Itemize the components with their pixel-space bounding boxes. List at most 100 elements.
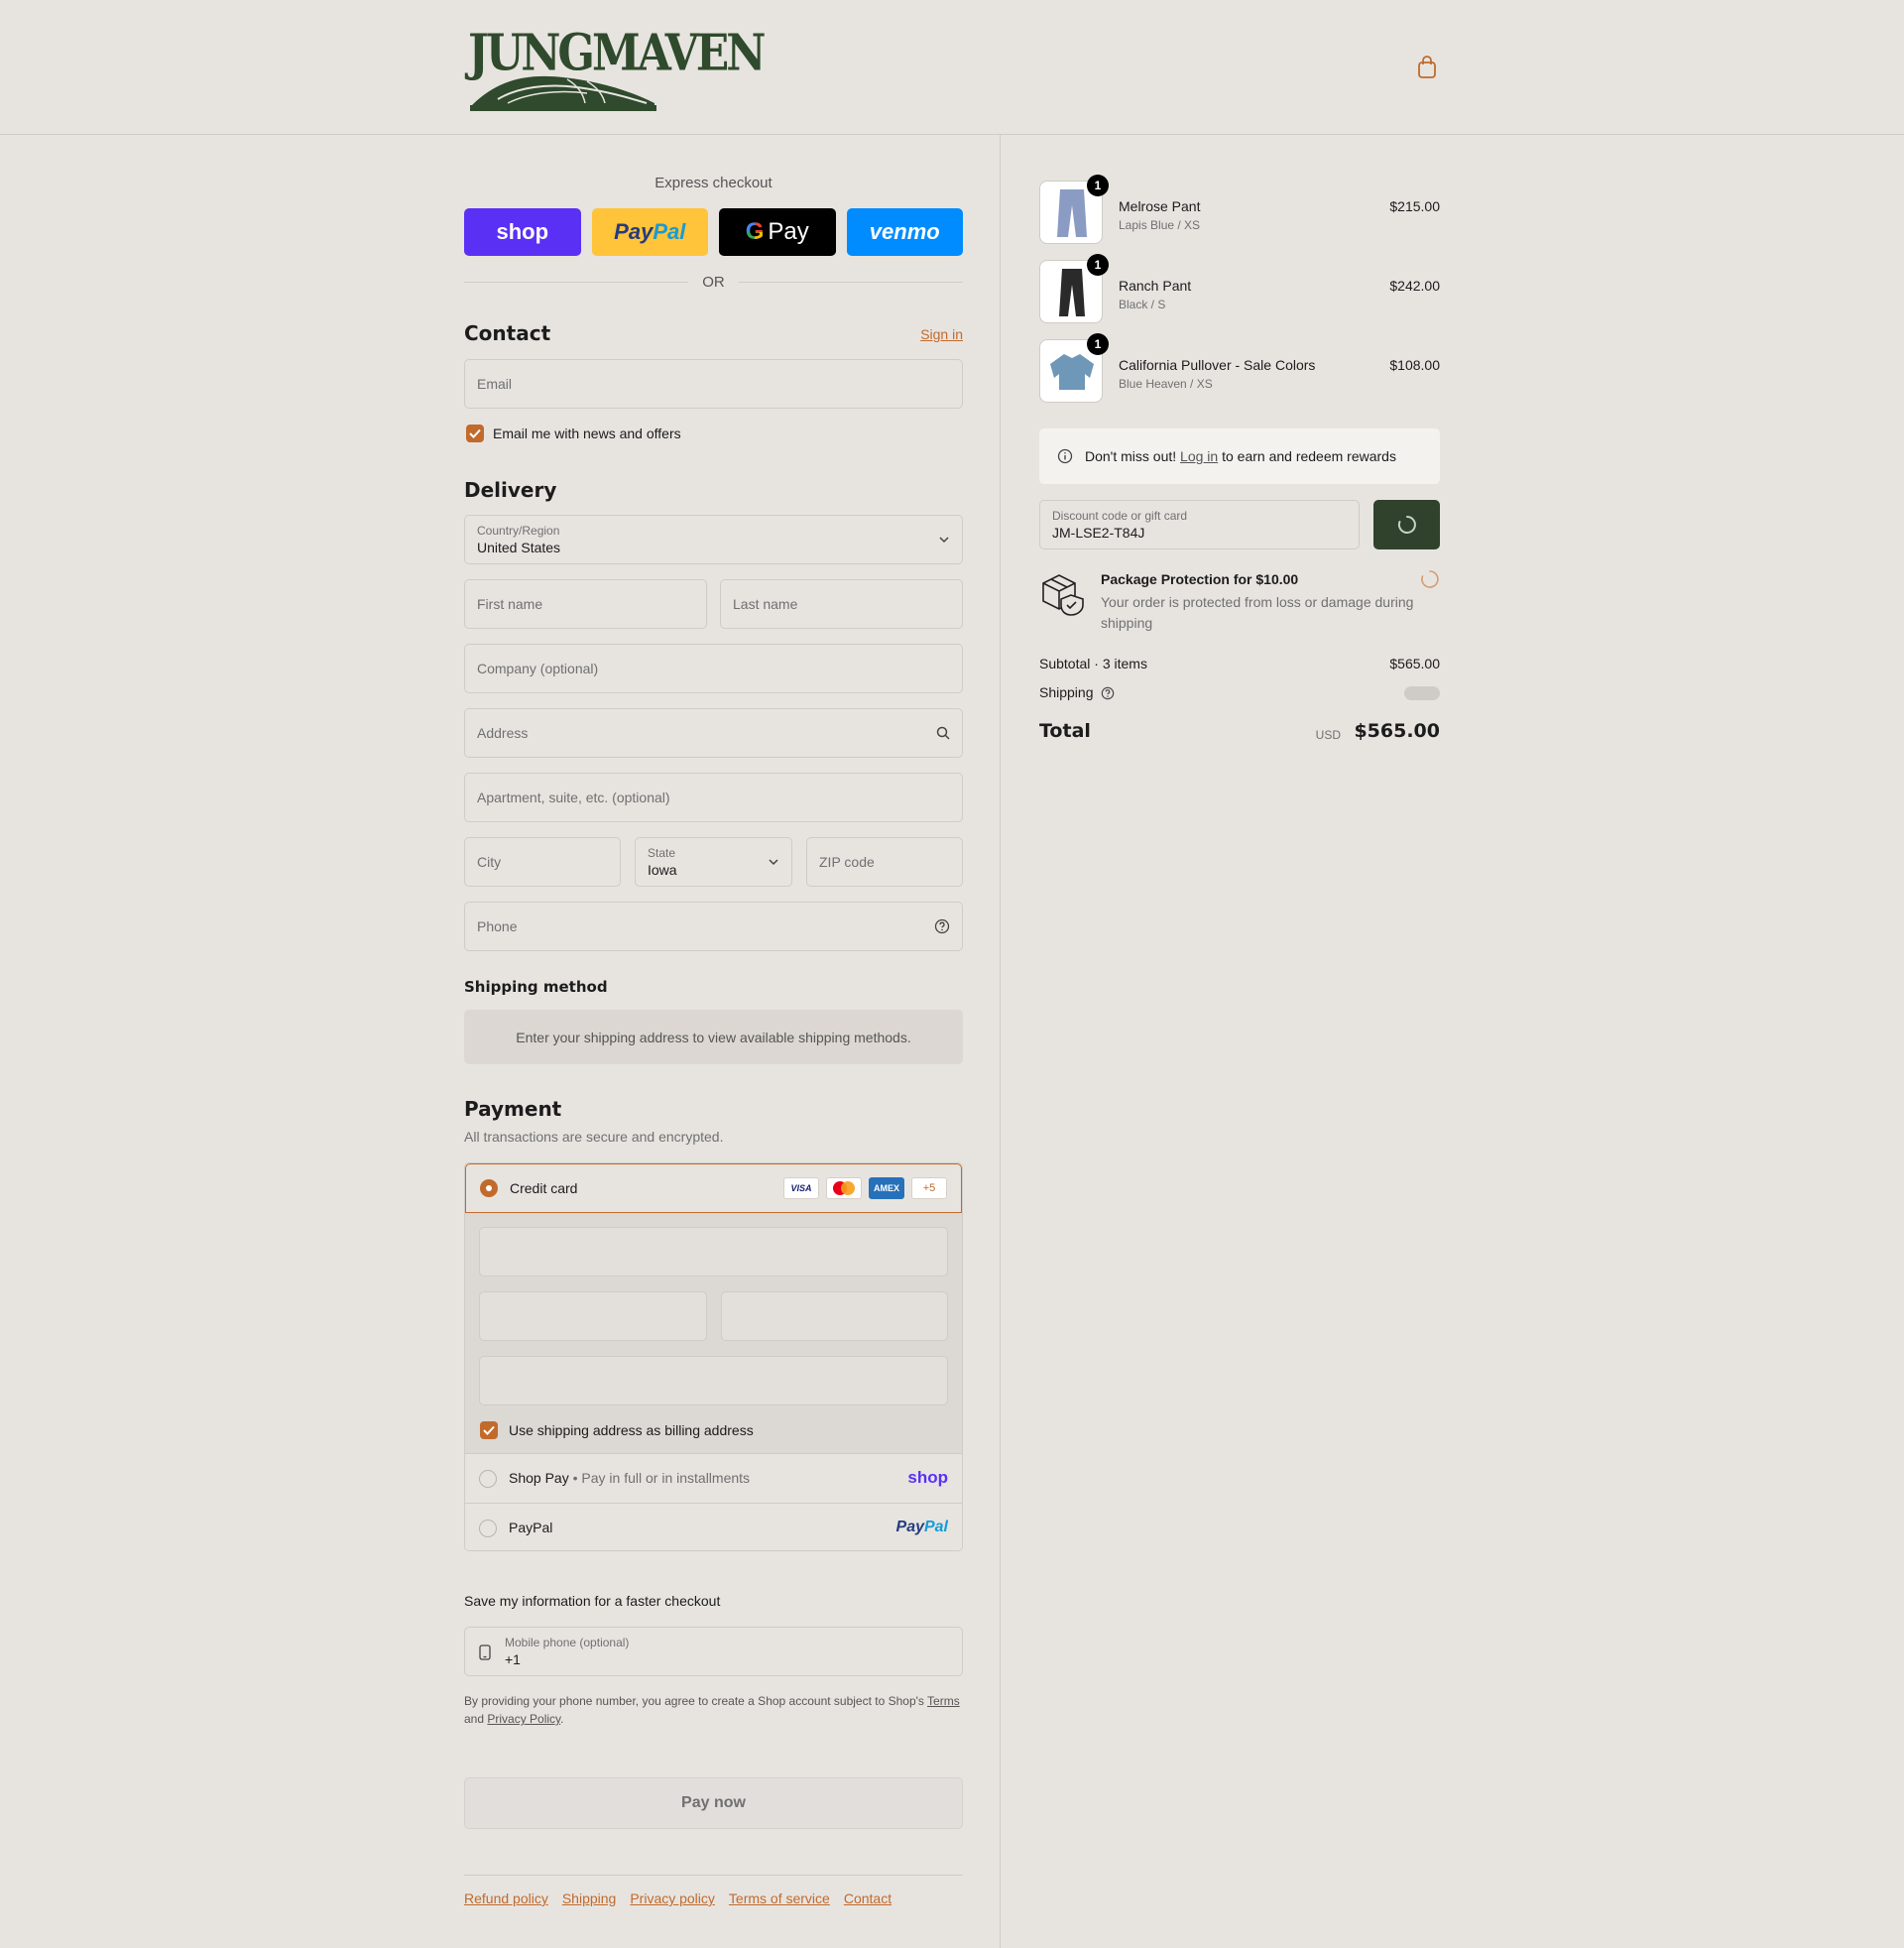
- card-name-field[interactable]: [479, 1356, 948, 1405]
- apartment-placeholder: Apartment, suite, etc. (optional): [477, 790, 670, 805]
- shop-pay-label: shop: [496, 219, 549, 244]
- shop-legal-text: By providing your phone number, you agre…: [464, 1692, 963, 1728]
- paypal-option-label: PayPal: [509, 1520, 553, 1535]
- state-label: State: [648, 846, 676, 860]
- news-checkbox-label: Email me with news and offers: [493, 426, 681, 441]
- terms-link[interactable]: Terms: [927, 1694, 960, 1708]
- card-cvv-field[interactable]: [721, 1291, 948, 1341]
- company-placeholder: Company (optional): [477, 661, 599, 676]
- shop-pay-subtext: Pay in full or in installments: [581, 1470, 751, 1486]
- apply-discount-button[interactable]: [1373, 500, 1440, 549]
- shipping-method-title: Shipping method: [464, 978, 608, 996]
- apartment-field[interactable]: Apartment, suite, etc. (optional): [464, 773, 963, 822]
- more-cards-text: +5: [922, 1182, 936, 1194]
- discount-code-field[interactable]: Discount code or gift card JM-LSE2-T84J: [1039, 500, 1360, 549]
- shop-pay-name: Shop Pay: [509, 1470, 569, 1486]
- state-value: Iowa: [648, 862, 677, 878]
- paypal-logo: PayPal: [896, 1519, 948, 1536]
- phone-field[interactable]: Phone: [464, 902, 963, 951]
- pay-now-button[interactable]: Pay now: [464, 1777, 963, 1829]
- country-select[interactable]: Country/Region United States: [464, 515, 963, 564]
- zip-field[interactable]: ZIP code: [806, 837, 963, 887]
- shop-pay-logo: shop: [907, 1468, 948, 1487]
- item-variant: Blue Heaven / XS: [1119, 377, 1213, 391]
- column-divider: [1000, 135, 1001, 1948]
- protection-toggle-spinner-icon[interactable]: [1420, 569, 1440, 589]
- zip-placeholder: ZIP code: [819, 854, 875, 870]
- address-placeholder: Address: [477, 725, 529, 741]
- sign-in-link[interactable]: Sign in: [920, 326, 963, 342]
- credit-card-form: Use shipping address as billing address: [465, 1213, 962, 1453]
- paypal-radio[interactable]: [479, 1520, 497, 1537]
- shipping-label: Shipping: [1039, 684, 1094, 700]
- address-field[interactable]: Address: [464, 708, 963, 758]
- google-pay-button[interactable]: G Pay: [719, 208, 836, 256]
- privacy-policy-link[interactable]: Privacy Policy: [487, 1712, 560, 1726]
- footer-links: Refund policy Shipping Privacy policy Te…: [464, 1890, 892, 1906]
- mobile-phone-field[interactable]: Mobile phone (optional) +1: [464, 1627, 963, 1676]
- item-name: California Pullover - Sale Colors: [1119, 357, 1316, 373]
- discount-label: Discount code or gift card: [1052, 509, 1188, 523]
- item-variant: Lapis Blue / XS: [1119, 218, 1201, 232]
- first-name-placeholder: First name: [477, 596, 543, 612]
- pay-now-label: Pay now: [681, 1794, 746, 1811]
- help-circle-icon[interactable]: [934, 918, 950, 934]
- shopping-bag-icon[interactable]: [1416, 56, 1438, 79]
- credit-card-option[interactable]: Credit card VISA AMEX +5: [465, 1163, 962, 1213]
- payment-title: Payment: [464, 1097, 562, 1121]
- delivery-title: Delivery: [464, 478, 557, 502]
- country-value: United States: [477, 540, 561, 555]
- venmo-button[interactable]: venmo: [846, 208, 963, 256]
- shop-pay-radio[interactable]: [479, 1470, 497, 1488]
- shipping-method-message: Enter your shipping address to view avai…: [516, 1029, 911, 1045]
- total-currency: USD: [1315, 728, 1341, 742]
- news-checkbox[interactable]: [466, 425, 484, 442]
- shop-pay-option-label: Shop Pay • Pay in full or in installment…: [509, 1470, 751, 1486]
- rewards-text-b: to earn and redeem rewards: [1222, 448, 1396, 464]
- cart-item: 1 Ranch Pant Black / S $242.00: [1039, 254, 1440, 325]
- paypal-option[interactable]: PayPal PayPal: [465, 1503, 962, 1550]
- item-price: $108.00: [1389, 357, 1440, 373]
- privacy-policy-footer-link[interactable]: Privacy policy: [630, 1890, 715, 1906]
- card-number-field[interactable]: [479, 1227, 948, 1277]
- email-placeholder: Email: [477, 376, 513, 392]
- email-field[interactable]: Email: [464, 359, 963, 409]
- quantity-badge: 1: [1087, 175, 1109, 196]
- last-name-field[interactable]: Last name: [720, 579, 963, 629]
- credit-card-label: Credit card: [510, 1180, 578, 1196]
- contact-link[interactable]: Contact: [844, 1890, 892, 1906]
- terms-of-service-link[interactable]: Terms of service: [729, 1890, 830, 1906]
- paypal-button[interactable]: Pay Pal: [591, 208, 708, 256]
- amex-icon: AMEX: [869, 1177, 904, 1199]
- save-info-title: Save my information for a faster checkou…: [464, 1593, 721, 1609]
- rewards-text-a: Don't miss out!: [1085, 448, 1177, 464]
- country-label: Country/Region: [477, 524, 560, 538]
- company-field[interactable]: Company (optional): [464, 644, 963, 693]
- legal-text-b: and: [464, 1712, 485, 1726]
- shop-pay-option[interactable]: Shop Pay • Pay in full or in installment…: [465, 1453, 962, 1503]
- contact-title: Contact: [464, 321, 551, 345]
- total-label: Total: [1039, 720, 1091, 742]
- shipping-link[interactable]: Shipping: [562, 1890, 617, 1906]
- state-select[interactable]: State Iowa: [635, 837, 792, 887]
- wave-logo-icon: [470, 75, 656, 111]
- rewards-login-link[interactable]: Log in: [1180, 448, 1218, 464]
- shop-pay-button[interactable]: shop: [464, 208, 581, 256]
- shipping-row: Shipping: [1039, 683, 1440, 700]
- help-circle-icon[interactable]: [1101, 686, 1115, 700]
- refund-policy-link[interactable]: Refund policy: [464, 1890, 548, 1906]
- first-name-field[interactable]: First name: [464, 579, 707, 629]
- mobile-phone-label: Mobile phone (optional): [505, 1636, 630, 1649]
- credit-card-radio[interactable]: [480, 1179, 498, 1197]
- billing-checkbox[interactable]: [480, 1421, 498, 1439]
- phone-placeholder: Phone: [477, 918, 518, 934]
- check-icon: [469, 428, 481, 438]
- brand-logo[interactable]: JUNGMAVEN: [468, 22, 767, 113]
- cart-item: 1 California Pullover - Sale Colors Blue…: [1039, 333, 1440, 405]
- card-expiry-field[interactable]: [479, 1291, 707, 1341]
- subtotal-label: Subtotal · 3 items: [1039, 656, 1147, 671]
- cart-item: 1 Melrose Pant Lapis Blue / XS $215.00: [1039, 175, 1440, 246]
- package-protection-icon: [1039, 571, 1085, 622]
- city-field[interactable]: City: [464, 837, 621, 887]
- subtotal-value: $565.00: [1389, 656, 1440, 671]
